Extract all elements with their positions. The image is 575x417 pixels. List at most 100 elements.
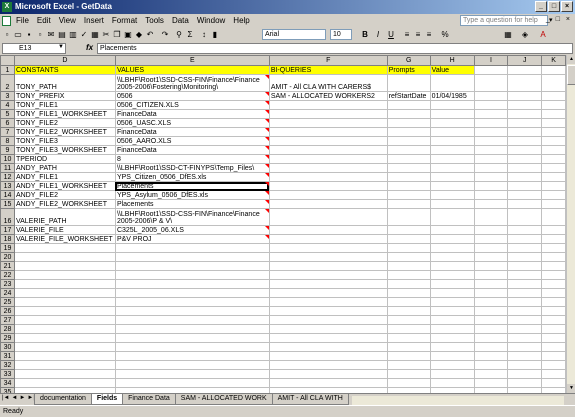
cell-d34[interactable]	[13, 378, 116, 388]
cell-e20[interactable]	[114, 252, 270, 262]
cell-e25[interactable]	[114, 297, 270, 307]
cell-k6[interactable]	[541, 118, 566, 128]
row-header[interactable]: 9	[0, 145, 15, 155]
row-header[interactable]: 20	[0, 252, 15, 262]
cell-i8[interactable]	[473, 136, 509, 146]
cell-h17[interactable]	[429, 225, 475, 235]
cell-i6[interactable]	[473, 118, 509, 128]
hyperlink-icon[interactable]: ⚲	[174, 30, 184, 40]
cell-e30[interactable]	[114, 342, 270, 352]
cell-d22[interactable]	[13, 270, 116, 280]
cell-e31[interactable]	[114, 351, 270, 361]
cell-e16[interactable]: \\LBHF\Root1\SSD-CSS-FIN\Finance\Finance…	[114, 208, 270, 226]
cell-f4[interactable]	[268, 100, 388, 110]
cell-e5[interactable]: FinanceData	[114, 109, 270, 119]
row-header[interactable]: 28	[0, 324, 15, 334]
cell-i23[interactable]	[473, 279, 509, 289]
cell-i10[interactable]	[473, 154, 509, 164]
cell-k29[interactable]	[541, 333, 566, 343]
cell-g21[interactable]	[386, 261, 431, 271]
cell-e15[interactable]: Placements	[114, 199, 270, 209]
cell-j1[interactable]	[507, 65, 543, 75]
cell-f1[interactable]: BI-QUERIES	[268, 65, 388, 75]
cell-d32[interactable]	[13, 360, 116, 370]
cell-d14[interactable]: ANDY_FILE2	[13, 190, 116, 200]
prev-sheet-icon[interactable]: ◄	[12, 395, 18, 401]
cell-g23[interactable]	[386, 279, 431, 289]
row-header[interactable]: 6	[0, 118, 15, 128]
cell-k1[interactable]	[541, 65, 566, 75]
paste-icon[interactable]: ▣	[123, 30, 133, 40]
cell-g27[interactable]	[386, 315, 431, 325]
cell-e6[interactable]: 0506_UASC.XLS	[114, 118, 270, 128]
cell-h32[interactable]	[429, 360, 475, 370]
workbook-icon[interactable]	[2, 16, 11, 26]
cell-h1[interactable]: Value	[429, 65, 475, 75]
cell-j9[interactable]	[507, 145, 543, 155]
row-header[interactable]: 13	[0, 181, 15, 191]
cell-j17[interactable]	[507, 225, 543, 235]
cell-e3[interactable]: 0506	[114, 91, 270, 101]
cell-h14[interactable]	[429, 190, 475, 200]
cell-j8[interactable]	[507, 136, 543, 146]
cell-h22[interactable]	[429, 270, 475, 280]
print-preview-icon[interactable]: ▥	[68, 30, 78, 40]
cell-d25[interactable]	[13, 297, 116, 307]
next-sheet-icon[interactable]: ►	[19, 395, 25, 401]
cell-d28[interactable]	[13, 324, 116, 334]
cell-h21[interactable]	[429, 261, 475, 271]
cell-g24[interactable]	[386, 288, 431, 298]
cell-i11[interactable]	[473, 163, 509, 173]
cell-g10[interactable]	[386, 154, 431, 164]
cell-j16[interactable]	[507, 208, 543, 226]
cell-e23[interactable]	[114, 279, 270, 289]
insert-function-icon[interactable]: fx	[86, 43, 93, 52]
cell-k13[interactable]	[541, 181, 566, 191]
cell-g16[interactable]	[386, 208, 431, 226]
cell-e17[interactable]: C325L_2005_06.XLS	[114, 225, 270, 235]
cell-i21[interactable]	[473, 261, 509, 271]
cell-g32[interactable]	[386, 360, 431, 370]
cell-f23[interactable]	[268, 279, 388, 289]
row-header[interactable]: 4	[0, 100, 15, 110]
cell-e14[interactable]: YPS_Asylum_0506_DfES.xls	[114, 190, 270, 200]
cell-g18[interactable]	[386, 234, 431, 244]
cell-f8[interactable]	[268, 136, 388, 146]
first-sheet-icon[interactable]: |◄	[2, 395, 10, 401]
cell-h9[interactable]	[429, 145, 475, 155]
cell-f17[interactable]	[268, 225, 388, 235]
cell-h31[interactable]	[429, 351, 475, 361]
menu-help[interactable]: Help	[233, 16, 249, 25]
cell-h20[interactable]	[429, 252, 475, 262]
cell-i30[interactable]	[473, 342, 509, 352]
cell-d20[interactable]	[13, 252, 116, 262]
cell-g13[interactable]	[386, 181, 431, 191]
cell-i9[interactable]	[473, 145, 509, 155]
cell-f13[interactable]	[268, 181, 388, 191]
cell-d30[interactable]	[13, 342, 116, 352]
cell-k31[interactable]	[541, 351, 566, 361]
menu-format[interactable]: Format	[112, 16, 137, 25]
cell-f27[interactable]	[268, 315, 388, 325]
cell-d4[interactable]: TONY_FILE1	[13, 100, 116, 110]
name-box-dropdown-icon[interactable]: ▼	[58, 44, 64, 50]
row-header[interactable]: 22	[0, 270, 15, 280]
menu-window[interactable]: Window	[197, 16, 225, 25]
cell-i4[interactable]	[473, 100, 509, 110]
cell-g8[interactable]	[386, 136, 431, 146]
tab-amit-all-cla-with[interactable]: AMIT - All CLA WITH	[271, 394, 349, 405]
column-header-f[interactable]: F	[268, 55, 388, 66]
new-icon[interactable]: ▫	[2, 30, 12, 40]
menu-edit[interactable]: Edit	[37, 16, 51, 25]
cell-g5[interactable]	[386, 109, 431, 119]
cut-icon[interactable]: ✂	[101, 30, 111, 40]
help-search-input[interactable]: Type a question for help	[460, 15, 548, 26]
scroll-thumb[interactable]	[567, 65, 575, 85]
cell-e26[interactable]	[114, 306, 270, 316]
tab-fields[interactable]: Fields	[90, 394, 124, 405]
cell-h3[interactable]: 01/04/1985	[429, 91, 475, 101]
cell-k19[interactable]	[541, 243, 566, 253]
cell-d19[interactable]	[13, 243, 116, 253]
cell-i7[interactable]	[473, 127, 509, 137]
cell-f15[interactable]	[268, 199, 388, 209]
